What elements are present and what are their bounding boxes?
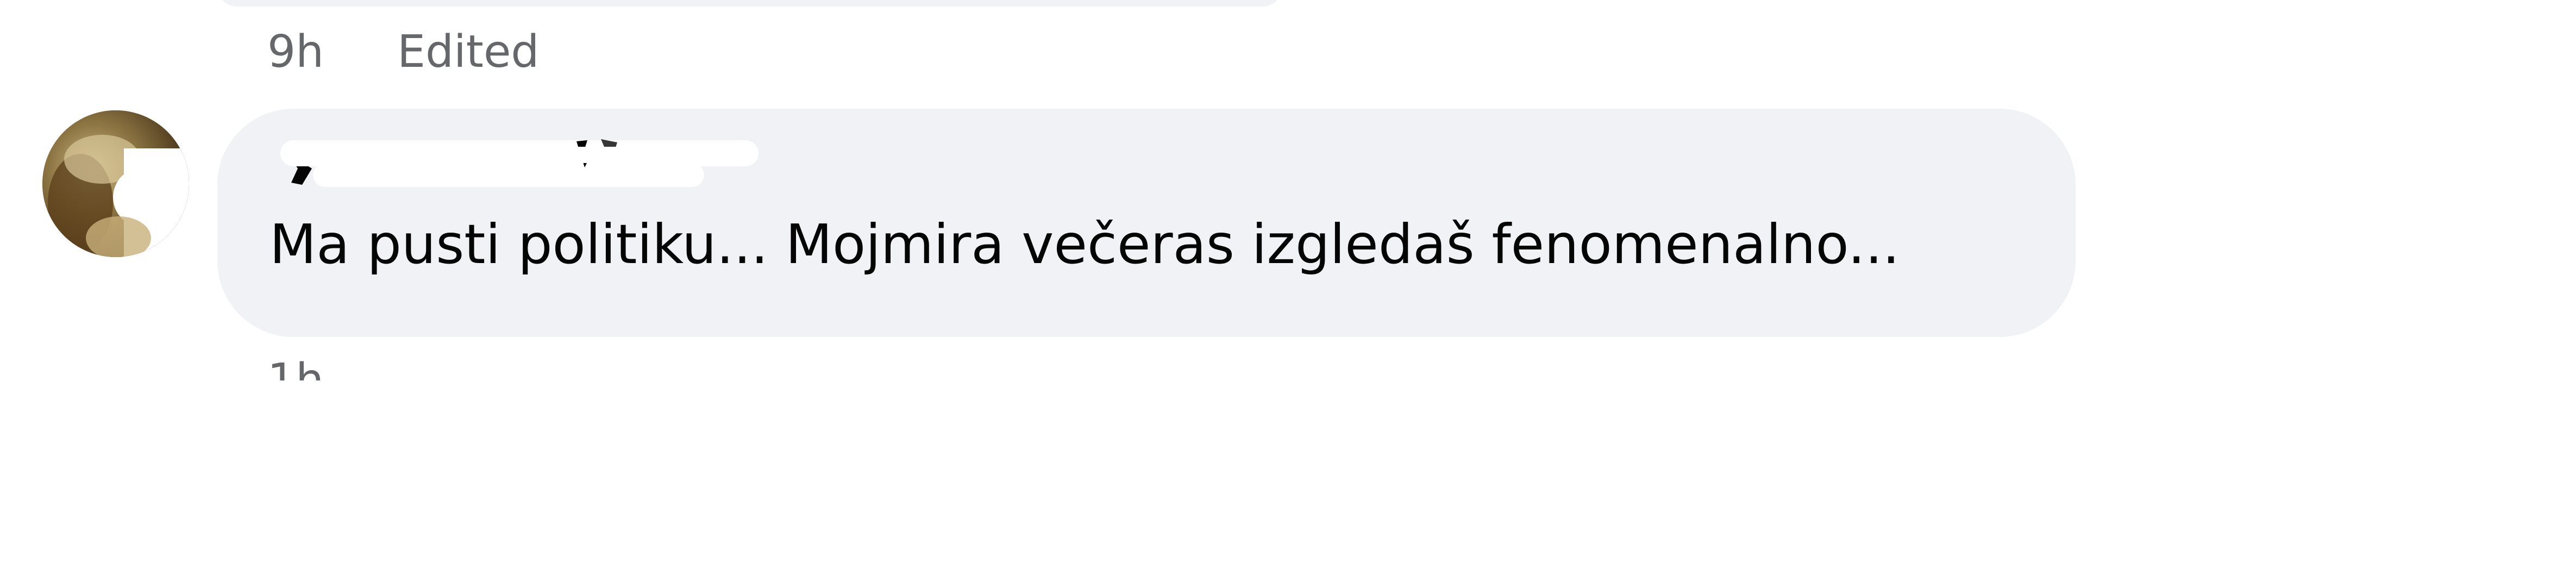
avatar[interactable] xyxy=(42,110,189,257)
comment-timestamp[interactable]: 1h xyxy=(267,348,324,380)
comment-thread: 9h Edited Ma pusti politiku... Mojmira v… xyxy=(0,0,2576,587)
comment-bubble: Ma pusti politiku... Mojmira večeras izg… xyxy=(217,109,2076,337)
redacted-name-mask xyxy=(280,139,759,187)
avatar-image xyxy=(42,110,189,257)
edited-label: Edited xyxy=(397,26,540,78)
previous-comment-meta: 9h Edited xyxy=(267,22,539,82)
comment-author-name[interactable] xyxy=(269,130,759,196)
previous-comment-timestamp[interactable]: 9h xyxy=(267,26,324,78)
comment-text: Ma pusti politiku... Mojmira večeras izg… xyxy=(269,213,1900,276)
previous-comment-bubble xyxy=(217,0,1282,7)
